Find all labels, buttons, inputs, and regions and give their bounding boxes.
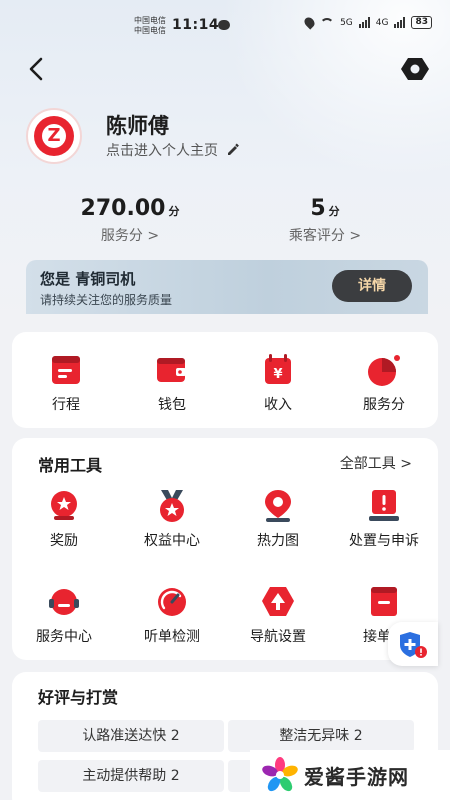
clock: 11:14 <box>172 17 220 33</box>
edit-icon <box>228 143 239 155</box>
tool-navigation-settings[interactable]: 导航设置 <box>230 584 326 646</box>
review-tag: 整洁无异味 2 <box>228 720 414 752</box>
quick-action-label: 行程 <box>52 397 80 413</box>
quick-action-service-score[interactable]: 服务分 <box>336 352 432 414</box>
status-bar: 中国电信 中国电信 11:14 5G 4G 83 <box>0 0 450 52</box>
tool-order-detection[interactable]: 听单检测 <box>124 584 220 646</box>
passenger-rating-label: 乘客评分 > <box>288 228 362 244</box>
service-score-value: 270.00 <box>80 196 166 221</box>
review-tag: 认路准送达快 2 <box>38 720 224 752</box>
tool-label: 处置与申诉 <box>349 533 419 549</box>
shield-icon <box>400 632 427 658</box>
passenger-rating-unit: 分 <box>328 205 340 218</box>
quick-action-income[interactable]: ¥ 收入 <box>230 352 326 414</box>
safety-shield-button[interactable] <box>388 622 438 666</box>
quick-action-label: 服务分 <box>363 397 405 413</box>
gear-icon <box>401 58 429 80</box>
battery-indicator: 83 <box>411 16 432 29</box>
level-title: 您是 青铜司机 <box>40 270 136 288</box>
signal-icon-2 <box>394 17 406 28</box>
itinerary-icon <box>46 352 86 388</box>
avatar-logo: Z <box>34 116 74 156</box>
quick-action-wallet[interactable]: 钱包 <box>124 352 220 414</box>
carrier-2: 中国电信 <box>134 26 166 35</box>
network-label-2: 4G <box>375 17 389 28</box>
income-icon: ¥ <box>258 352 298 388</box>
tool-heatmap[interactable]: 热力图 <box>230 488 326 550</box>
watermark-text: 爱酱手游网 <box>304 764 409 789</box>
carrier-1: 中国电信 <box>134 16 166 25</box>
tool-service-center[interactable]: 服务中心 <box>16 584 112 646</box>
signal-icon <box>358 17 370 28</box>
tool-label: 奖励 <box>50 533 78 549</box>
details-button[interactable]: 详情 <box>332 270 412 302</box>
quick-action-itinerary[interactable]: 行程 <box>18 352 114 414</box>
status-indicators: 5G 4G 83 <box>302 15 432 30</box>
tool-label: 导航设置 <box>250 629 306 645</box>
appeal-icon <box>364 488 404 524</box>
review-tag: 主动提供帮助 2 <box>38 760 224 792</box>
quick-action-label: 钱包 <box>158 397 186 413</box>
benefits-icon <box>152 488 192 524</box>
carrier-info: 中国电信 中国电信 <box>134 16 166 36</box>
tools-title: 常用工具 <box>38 456 103 475</box>
order-detection-icon <box>152 584 192 620</box>
tool-label: 服务中心 <box>36 629 92 645</box>
settings-button[interactable] <box>400 54 430 84</box>
tool-appeal[interactable]: 处置与申诉 <box>336 488 432 550</box>
service-score-stat[interactable]: 270.00 分 服务分 > <box>72 196 188 245</box>
order-taking-icon <box>364 584 404 620</box>
passenger-rating-stat[interactable]: 5分 乘客评分 > <box>270 196 380 245</box>
navigation-settings-icon <box>258 584 298 620</box>
wifi-icon <box>320 17 335 28</box>
heatmap-icon <box>258 488 298 524</box>
avatar[interactable]: Z <box>26 108 82 164</box>
service-score-label: 服务分 > <box>100 228 160 244</box>
tool-label: 热力图 <box>257 533 299 549</box>
wallet-icon <box>152 352 192 388</box>
avatar-letter: Z <box>42 124 66 148</box>
pinwheel-logo-icon <box>262 757 298 793</box>
level-subtitle: 请持续关注您的服务质量 <box>40 293 173 307</box>
profile-link[interactable]: 点击进入个人主页 <box>106 140 240 160</box>
profile-link-text: 点击进入个人主页 <box>106 143 218 159</box>
svg-text:¥: ¥ <box>273 367 282 382</box>
tool-reward[interactable]: 奖励 <box>16 488 112 550</box>
network-label-1: 5G <box>340 17 353 28</box>
all-tools-link[interactable]: 全部工具 > <box>340 453 412 473</box>
tool-label: 权益中心 <box>144 533 200 549</box>
tool-benefits-center[interactable]: 权益中心 <box>124 488 220 550</box>
passenger-rating-value: 5 <box>310 196 326 221</box>
service-center-icon <box>44 584 84 620</box>
service-score-unit: 分 <box>168 205 180 218</box>
chevron-left-icon <box>29 57 43 81</box>
watermark: 爱酱手游网 <box>250 750 450 800</box>
driver-level-banner: 您是 青铜司机 请持续关注您的服务质量 详情 <box>26 260 428 314</box>
quick-actions-card: 行程 钱包 ¥ 收入 服务分 <box>12 332 438 428</box>
back-button[interactable] <box>22 54 52 84</box>
reviews-title: 好评与打赏 <box>38 688 119 707</box>
tool-label: 听单检测 <box>144 629 200 645</box>
reward-icon <box>44 488 84 524</box>
quick-action-label: 收入 <box>264 397 292 413</box>
service-score-icon <box>364 352 404 388</box>
common-tools-card: 常用工具 全部工具 > 奖励 权益中心 热力图 处置与申诉 服务中心 听单检测 … <box>12 438 438 660</box>
message-icon <box>218 20 230 30</box>
driver-name: 陈师傅 <box>106 114 169 138</box>
location-icon <box>302 15 317 30</box>
